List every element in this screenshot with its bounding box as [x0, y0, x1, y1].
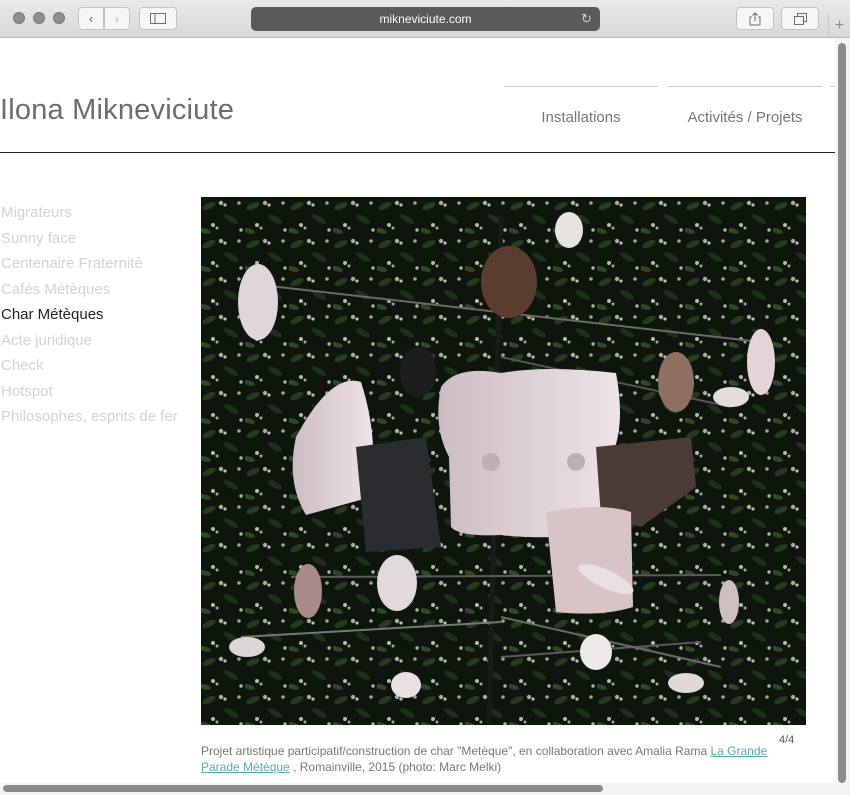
share-button[interactable] [736, 7, 774, 30]
tabs-overview-button[interactable] [781, 7, 819, 30]
caption-text: Projet artistique participatif/construct… [201, 744, 711, 758]
gallery-photo[interactable] [201, 197, 806, 725]
tabs-icon [793, 12, 807, 25]
sculpture-photo-illustration [201, 197, 806, 725]
sidebar-item-sunny-face[interactable]: Sunny face [1, 226, 178, 252]
close-window-icon[interactable] [13, 12, 25, 24]
minimize-window-icon[interactable] [33, 12, 45, 24]
horizontal-scrollbar[interactable] [0, 783, 850, 795]
sidebar-item-acte-juridique[interactable]: Acte juridique [1, 328, 178, 354]
chevron-right-icon: › [114, 11, 120, 26]
caption-text-end: , Romainville, 2015 (photo: Marc Melki) [289, 760, 502, 774]
nav-item-label: Activités / Projets [687, 109, 803, 126]
photo-caption: Projet artistique participatif/construct… [201, 743, 801, 775]
nav-item-installations[interactable]: Installations [504, 86, 658, 128]
project-sidebar: Migrateurs Sunny face Centenaire Fratern… [1, 200, 178, 430]
browser-toolbar: ‹ › mikneviciute.com ↻ + [0, 0, 850, 38]
nav-item-label: Installations [541, 109, 621, 126]
site-title[interactable]: Ilona Mikneviciute [0, 94, 234, 127]
address-bar[interactable]: mikneviciute.com ↻ [251, 7, 600, 31]
sidebar-icon [150, 13, 166, 24]
sidebar-item-char-meteques[interactable]: Char Métèques [1, 302, 178, 328]
new-tab-button[interactable]: + [828, 15, 850, 37]
sidebar-item-cafes-meteques[interactable]: Cafés Métèques [1, 277, 178, 303]
reload-icon[interactable]: ↻ [581, 11, 592, 27]
header-divider [0, 152, 835, 153]
back-button[interactable]: ‹ [78, 7, 104, 30]
sidebar-item-centenaire-fraternite[interactable]: Centenaire Fraternité [1, 251, 178, 277]
sidebar-item-hotspot[interactable]: Hotspot [1, 379, 178, 405]
sidebar-item-check[interactable]: Check [1, 353, 178, 379]
zoom-window-icon[interactable] [53, 12, 65, 24]
nav-item-activites-projets[interactable]: Activités / Projets [668, 86, 822, 128]
url-text: mikneviciute.com [379, 12, 472, 26]
chevron-left-icon: ‹ [88, 11, 94, 26]
sidebar-item-migrateurs[interactable]: Migrateurs [1, 200, 178, 226]
vertical-scrollbar-thumb[interactable] [838, 43, 846, 783]
plus-icon: + [834, 17, 845, 34]
vertical-scrollbar[interactable] [835, 38, 850, 783]
sidebar-item-philosophes[interactable]: Philosophes, esprits de fer [1, 404, 178, 430]
share-icon [749, 11, 761, 25]
forward-button[interactable]: › [104, 7, 130, 30]
page-viewport: Ilona Mikneviciute Installations Activit… [0, 38, 835, 783]
sidebar-toggle-button[interactable] [139, 7, 177, 30]
horizontal-scrollbar-thumb[interactable] [3, 785, 603, 792]
